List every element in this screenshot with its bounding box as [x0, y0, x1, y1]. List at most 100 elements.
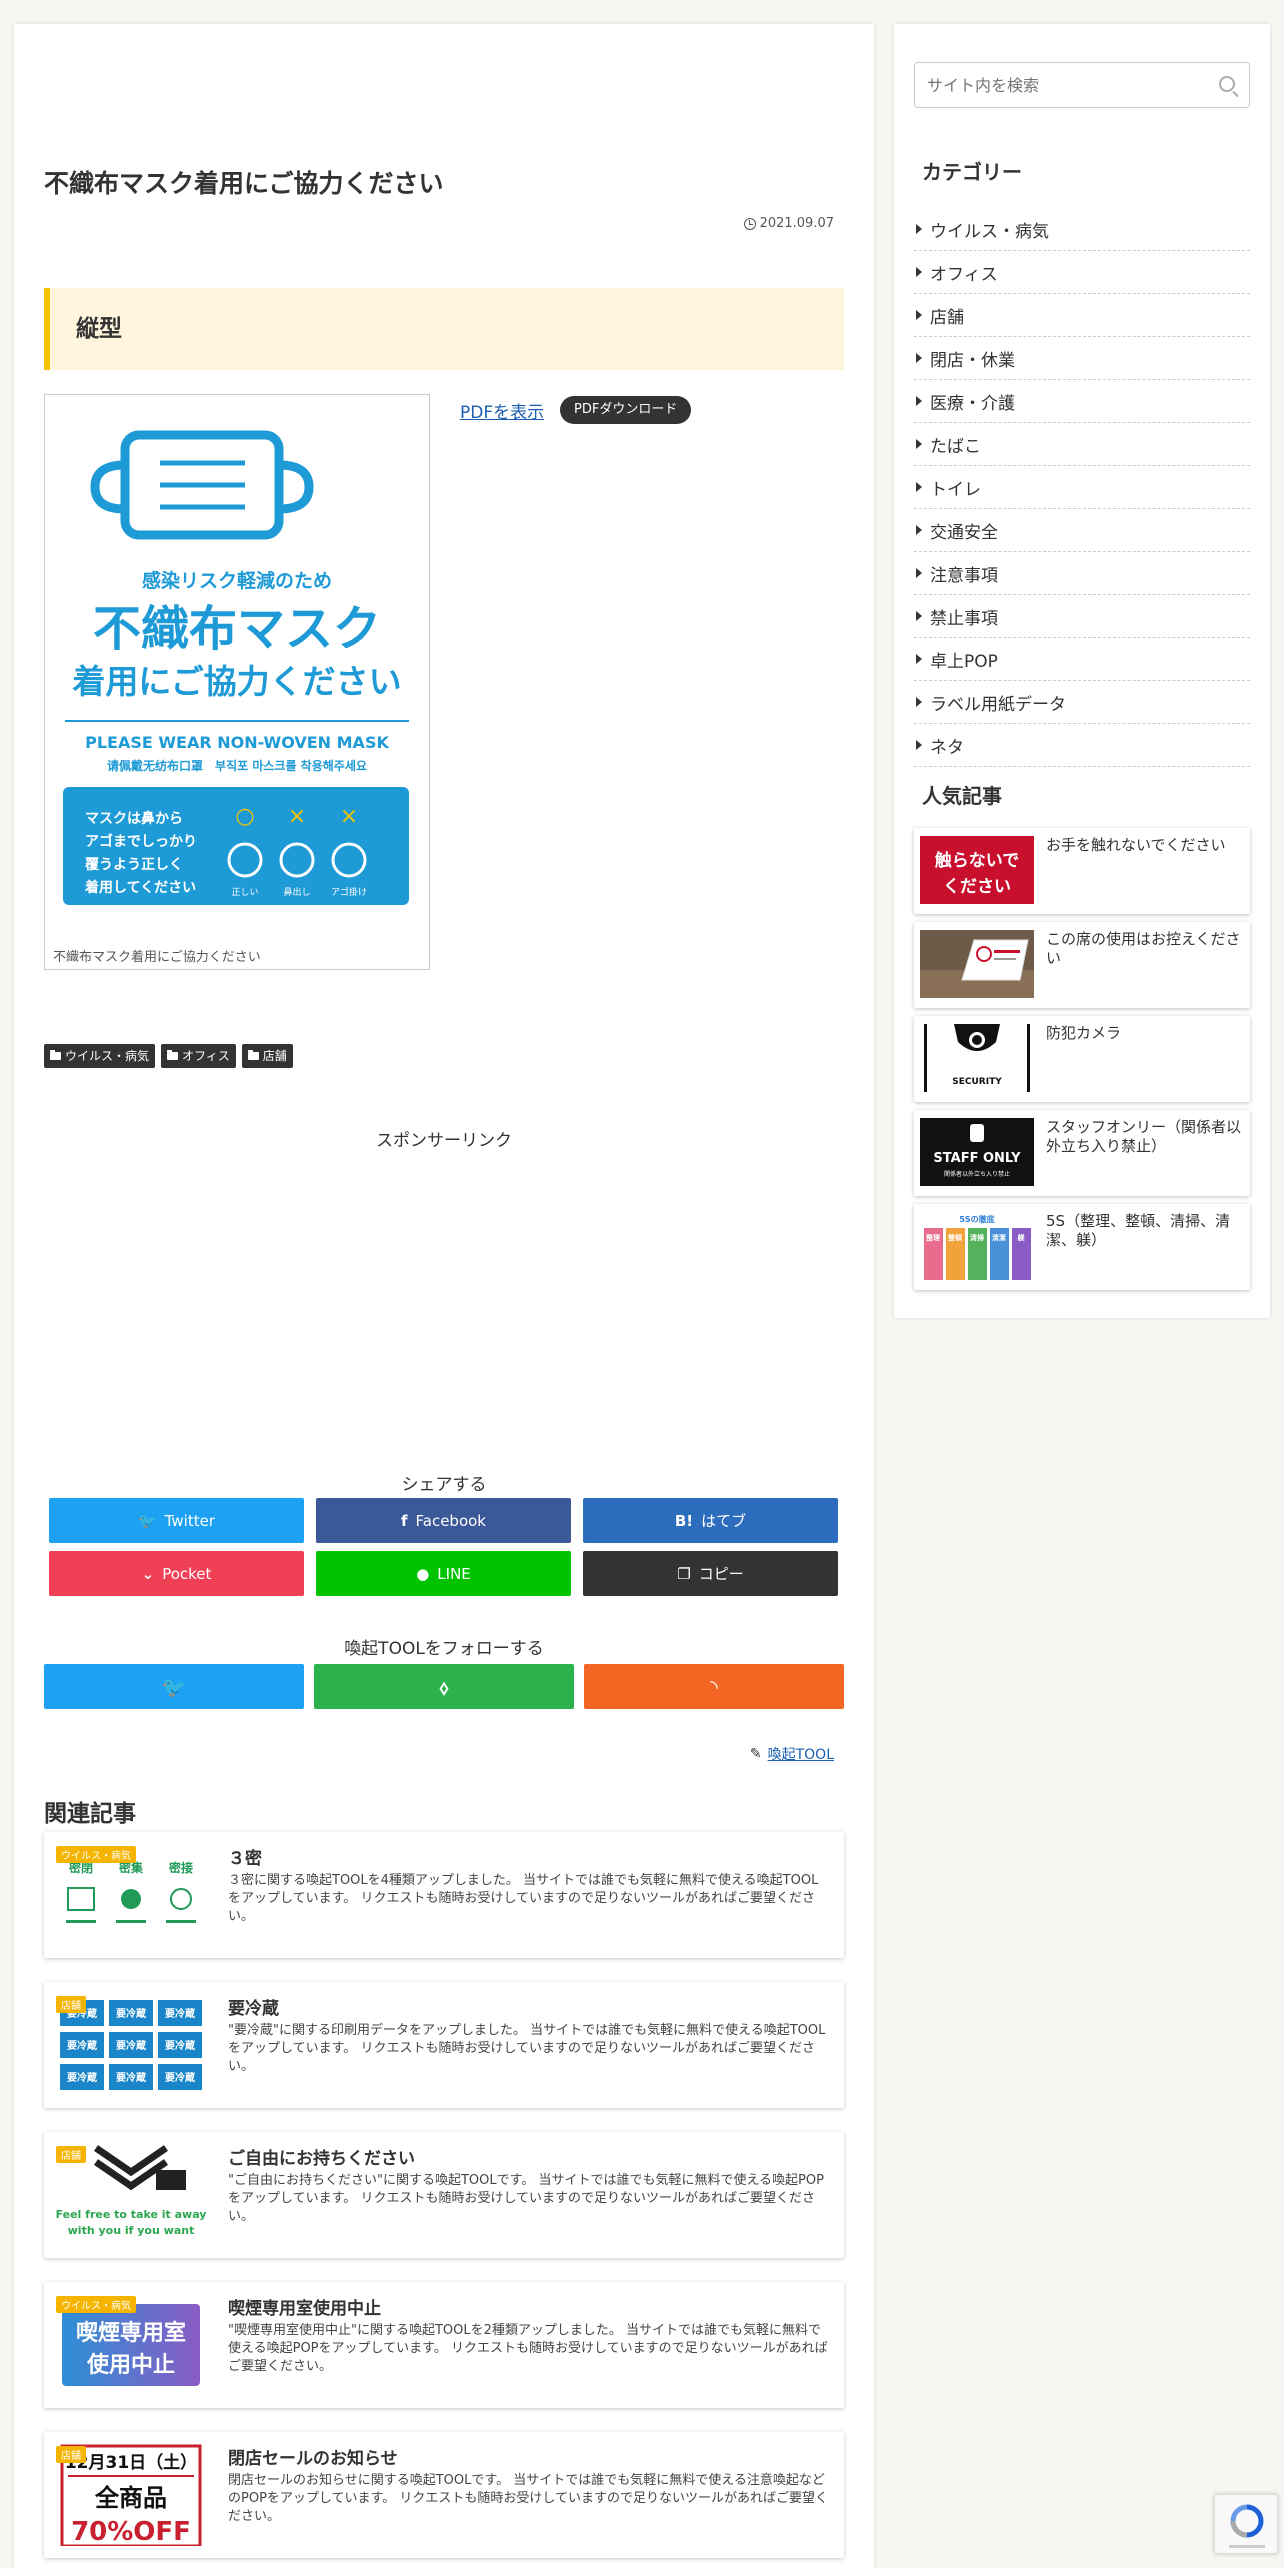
share-label: LINE	[437, 1564, 471, 1583]
related-card[interactable]: 喫煙専用室 使用中止 ウイルス・病気 喫煙専用室使用中止 "喫煙専用室使用中止"…	[44, 2282, 844, 2408]
search-icon[interactable]	[1219, 76, 1235, 92]
svg-text:要冷蔵: 要冷蔵	[67, 2039, 97, 2052]
rss-icon: ◝	[710, 1674, 718, 1699]
category-item[interactable]: 注意事項	[914, 552, 1250, 595]
share-twitter-button[interactable]: 🐦 Twitter	[49, 1498, 304, 1543]
share-title: シェアする	[401, 1475, 487, 1495]
popular-thumbnail: SECURITY	[920, 1024, 1034, 1092]
category-label: 閉店・休業	[930, 350, 1015, 371]
category-list: ウイルス・病気 オフィス 店舗 閉店・休業 医療・介護 たばこ トイレ 交通安全…	[914, 208, 1250, 767]
follow-feedly-button[interactable]: ⬨	[314, 1664, 574, 1709]
category-label: たばこ	[930, 436, 981, 457]
feedly-icon: ⬨	[439, 1674, 449, 1699]
category-item[interactable]: 医療・介護	[914, 380, 1250, 423]
popular-title: 防犯カメラ	[1046, 1024, 1122, 1042]
category-item[interactable]: 卓上POP	[914, 638, 1250, 681]
site-search	[914, 62, 1250, 108]
share-pocket-button[interactable]: ⌄ Pocket	[49, 1551, 304, 1596]
tag-store[interactable]: 店舗	[241, 1044, 293, 1068]
folder-icon	[50, 1050, 61, 1060]
category-item[interactable]: 禁止事項	[914, 595, 1250, 638]
share-buttons: 🐦 Twitter f Facebook B! はてブ ⌄ Pocket ● LINE ❐…	[49, 1498, 839, 1596]
related-category: ウイルス・病気	[56, 1846, 136, 1863]
poster-box-line-3: 覆うよう正しく	[85, 857, 183, 873]
related-card[interactable]: Feel free to take it away with you if yo…	[44, 2132, 844, 2258]
svg-text:70%OFF: 70%OFF	[71, 2517, 191, 2546]
category-label: トイレ	[930, 479, 981, 500]
clock-icon	[743, 217, 756, 230]
share-facebook-button[interactable]: f Facebook	[316, 1498, 571, 1543]
category-label: 交通安全	[930, 522, 998, 543]
related-card[interactable]: 要冷蔵 要冷蔵 要冷蔵 要冷蔵 要冷蔵 要冷蔵 要冷蔵 要冷蔵 要冷蔵 店舗 要冷蔵 "要冷…	[44, 1982, 844, 2108]
svg-text:使用中止: 使用中止	[86, 2353, 175, 2378]
caret-right-icon	[916, 353, 922, 363]
share-label: Pocket	[162, 1564, 212, 1583]
tag-virus[interactable]: ウイルス・病気	[44, 1044, 156, 1068]
svg-text:要冷蔵: 要冷蔵	[116, 2039, 146, 2052]
caret-right-icon	[916, 439, 922, 449]
related-card[interactable]: 12月31日（土） 全商品 70%OFF 店舗 閉店セールのお知らせ 閉店セール…	[44, 2432, 844, 2558]
twitter-icon: 🐦	[138, 1511, 157, 1530]
pdf-download-button[interactable]: PDFダウンロード	[560, 396, 692, 424]
category-item[interactable]: ネタ	[914, 724, 1250, 767]
svg-text:要冷蔵: 要冷蔵	[116, 2007, 146, 2020]
poster-line-5: 请佩戴无纺布口罩 부직포 마스크를 착용해주세요	[107, 758, 367, 773]
category-item[interactable]: ラベル用紙データ	[914, 681, 1250, 724]
category-item[interactable]: たばこ	[914, 423, 1250, 466]
caret-right-icon	[916, 224, 922, 234]
svg-text:5Sの徹底: 5Sの徹底	[959, 1214, 994, 1224]
sidebar: カテゴリー ウイルス・病気 オフィス 店舗 閉店・休業 医療・介護 たばこ トイ…	[894, 24, 1270, 1318]
follow-twitter-button[interactable]: 🐦	[44, 1664, 304, 1709]
category-item[interactable]: 閉店・休業	[914, 337, 1250, 380]
mask-poster-graphic: 感染リスク軽減のため 不織布マスク 着用にご協力ください PLEASE WEAR…	[63, 430, 409, 905]
folder-icon	[247, 1050, 259, 1060]
category-item[interactable]: トイレ	[914, 466, 1250, 509]
category-item[interactable]: 店舗	[914, 294, 1250, 337]
share-hatena-button[interactable]: B! はてブ	[583, 1498, 838, 1543]
caret-right-icon	[916, 267, 922, 277]
svg-text:with you if you want: with you if you want	[68, 2224, 195, 2237]
svg-text:要冷蔵: 要冷蔵	[67, 2071, 97, 2084]
popular-thumbnail	[920, 930, 1034, 998]
post-date: 2021.09.07	[743, 216, 834, 231]
category-item[interactable]: ウイルス・病気	[914, 208, 1250, 251]
category-item[interactable]: オフィス	[914, 251, 1250, 294]
popular-item[interactable]: SECURITY 防犯カメラ	[914, 1016, 1250, 1102]
related-category: 店舗	[56, 2146, 86, 2163]
pdf-view-link[interactable]: PDFを表示	[460, 398, 544, 423]
mask-poster-image[interactable]: 感染リスク軽減のため 不織布マスク 着用にご協力ください PLEASE WEAR…	[44, 394, 430, 970]
related-card[interactable]: 密閉 密集 密接 ウイルス・病気 ３密 ３密に関する喚起TOOLを4種類アップし…	[44, 1832, 844, 1958]
share-line-button[interactable]: ● LINE	[316, 1551, 571, 1596]
search-input[interactable]	[915, 63, 1195, 107]
facebook-icon: f	[400, 1511, 408, 1530]
share-copy-button[interactable]: ❐ コピー	[583, 1551, 838, 1596]
follow-rss-button[interactable]: ◝	[584, 1664, 844, 1709]
related-category: ウイルス・病気	[56, 2296, 136, 2313]
author-link[interactable]: 喚起TOOL	[768, 1744, 834, 1764]
related-category: 店舗	[56, 1996, 86, 2013]
popular-item[interactable]: STAFF ONLY 関係者以外立ち入り禁止 スタッフオンリー（関係者以外立ち入…	[914, 1110, 1250, 1196]
tag-office[interactable]: オフィス	[161, 1044, 236, 1068]
category-label: 注意事項	[930, 565, 998, 586]
section-heading: 縦型	[44, 288, 844, 370]
caret-right-icon	[916, 654, 922, 664]
category-item[interactable]: 交通安全	[914, 509, 1250, 552]
poster-box-line-4: 着用してください	[84, 879, 196, 896]
related-excerpt: "ご自由にお持ちください"に関する喚起TOOLです。 当サイトでは誰でも気軽に無…	[228, 2173, 824, 2224]
related-title-text: 喫煙専用室使用中止	[228, 2299, 381, 2319]
popular-item[interactable]: 5Sの徹底 整理 整頓 清掃 清潔 躾 5S（整理、整頓、清掃、清潔、躾）	[914, 1204, 1250, 1290]
share-label: Twitter	[164, 1511, 215, 1530]
category-label: 卓上POP	[930, 651, 998, 672]
svg-text:要冷蔵: 要冷蔵	[165, 2007, 195, 2020]
popular-item[interactable]: 触らないで ください お手を触れないでください	[914, 828, 1250, 914]
svg-text:清潔: 清潔	[992, 1233, 1006, 1242]
figure-caption: 不織布マスク着用にご協力ください	[53, 950, 261, 965]
mark-label-2: 鼻出し	[283, 886, 310, 898]
popular-thumbnail: STAFF ONLY 関係者以外立ち入り禁止	[920, 1118, 1034, 1186]
recaptcha-badge[interactable]	[1214, 2494, 1278, 2554]
popular-item[interactable]: この席の使用はお控えください	[914, 922, 1250, 1008]
poster-line-4: PLEASE WEAR NON-WOVEN MASK	[85, 733, 389, 752]
caret-right-icon	[916, 482, 922, 492]
category-label: オフィス	[930, 264, 998, 285]
related-title: 関連記事	[44, 1801, 136, 1827]
